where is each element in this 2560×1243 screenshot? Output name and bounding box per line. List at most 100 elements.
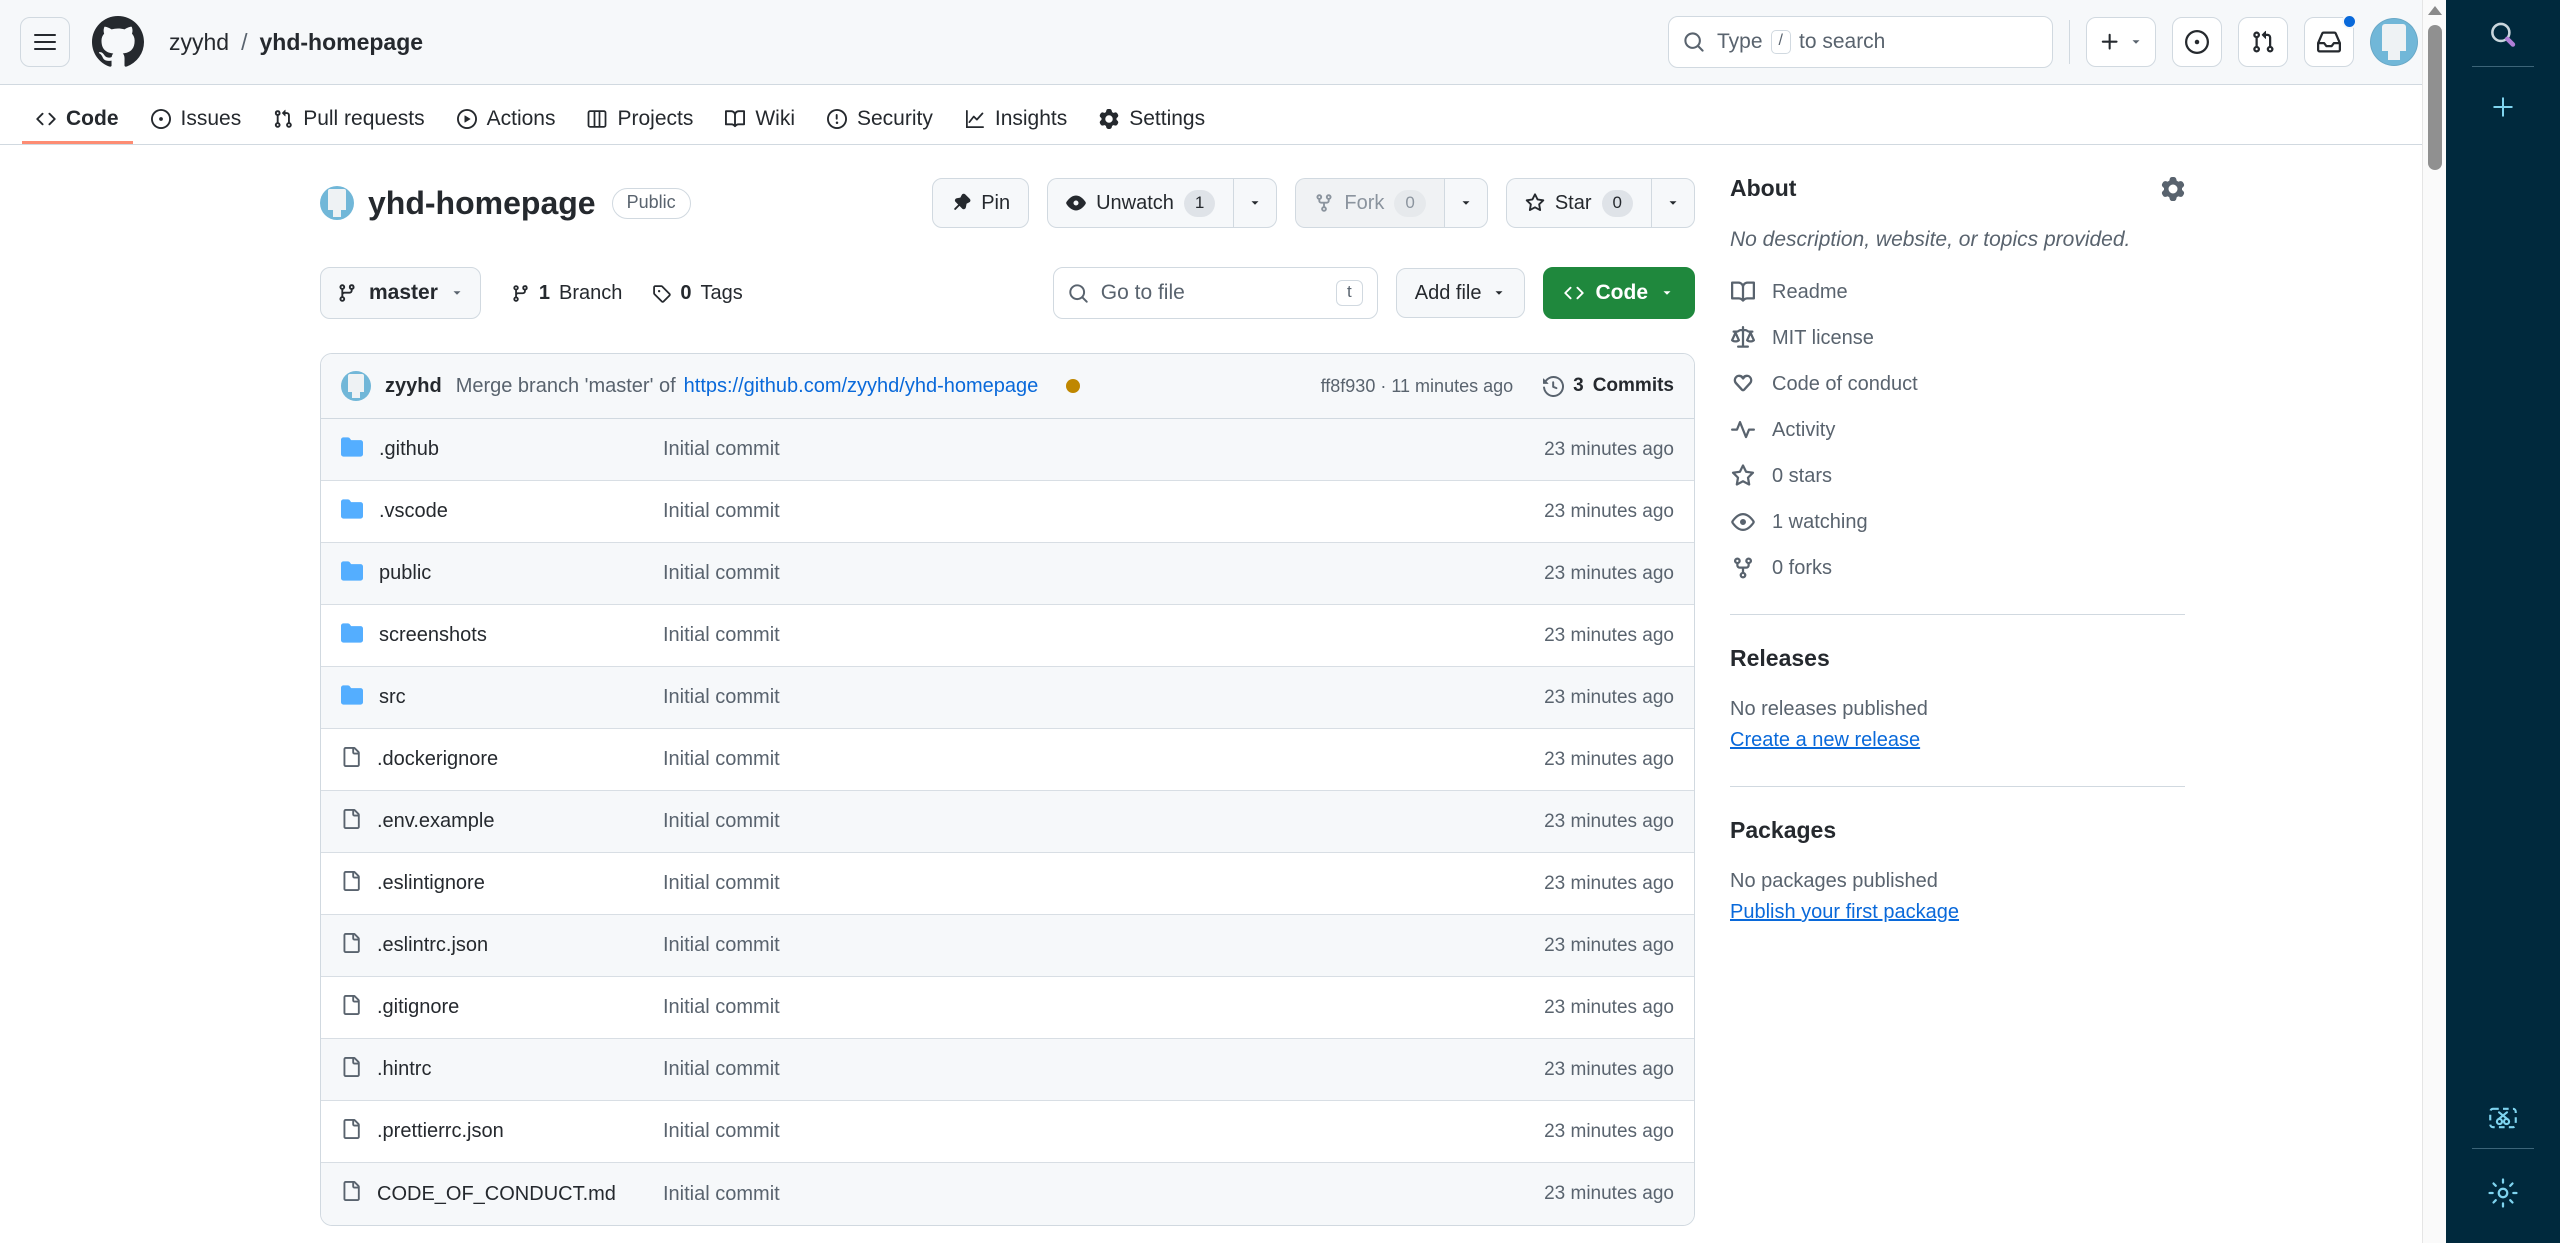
about-item-0-forks[interactable]: 0 forks [1730, 556, 2185, 580]
table-row[interactable]: .gitignoreInitial commit23 minutes ago [321, 977, 1694, 1039]
fork-button[interactable]: Fork 0 [1295, 178, 1443, 228]
about-items: Readme MIT license Code of conduct Activity… [1730, 280, 2185, 580]
create-new-button[interactable] [2086, 17, 2156, 67]
about-item-0-stars[interactable]: 0 stars [1730, 464, 2185, 488]
table-row[interactable]: .prettierrc.jsonInitial commit23 minutes… [321, 1101, 1694, 1163]
tab-pull-requests[interactable]: Pull requests [259, 96, 438, 144]
create-release-link[interactable]: Create a new release [1730, 729, 2185, 752]
tab-code[interactable]: Code [22, 96, 133, 144]
file-name-link[interactable]: .dockerignore [377, 748, 498, 771]
file-commit-message[interactable]: Initial commit [663, 1058, 1163, 1081]
file-name-link[interactable]: .env.example [377, 810, 494, 833]
file-commit-message[interactable]: Initial commit [663, 810, 1163, 833]
table-row[interactable]: .hintrcInitial commit23 minutes ago [321, 1039, 1694, 1101]
plus-icon[interactable] [2473, 77, 2533, 137]
about-item-code-of-conduct[interactable]: Code of conduct [1730, 372, 2185, 396]
tab-security[interactable]: Security [813, 96, 947, 144]
commit-message-link[interactable]: https://github.com/zyyhd/yhd-homepage [684, 375, 1039, 398]
table-row[interactable]: .env.exampleInitial commit23 minutes ago [321, 791, 1694, 853]
table-row[interactable]: screenshotsInitial commit23 minutes ago [321, 605, 1694, 667]
table-row[interactable]: .vscodeInitial commit23 minutes ago [321, 481, 1694, 543]
file-name-link[interactable]: src [379, 686, 406, 709]
pull-requests-button[interactable] [2238, 17, 2288, 67]
file-name-link[interactable]: .hintrc [377, 1058, 431, 1081]
tab-projects[interactable]: Projects [573, 96, 707, 144]
user-avatar[interactable] [2370, 18, 2418, 66]
file-commit-message[interactable]: Initial commit [663, 1120, 1163, 1143]
file-commit-message[interactable]: Initial commit [663, 624, 1163, 647]
star-dropdown-button[interactable] [1651, 178, 1695, 228]
repo-owner-avatar[interactable] [320, 186, 354, 220]
commit-history-link[interactable]: 3 Commits [1543, 375, 1674, 397]
about-item-readme[interactable]: Readme [1730, 280, 2185, 304]
branch-selector[interactable]: master [320, 267, 481, 319]
file-commit-message[interactable]: Initial commit [663, 438, 1163, 461]
table-row[interactable]: CODE_OF_CONDUCT.mdInitial commit23 minut… [321, 1163, 1694, 1225]
tags-link[interactable]: 0 Tags [652, 282, 742, 305]
branches-link[interactable]: 1 Branch [511, 282, 623, 305]
search-icon [1068, 283, 1089, 304]
file-name-link[interactable]: .vscode [379, 500, 448, 523]
sidebar: About No description, website, or topics… [1730, 175, 2185, 1226]
table-row[interactable]: publicInitial commit23 minutes ago [321, 543, 1694, 605]
tab-actions[interactable]: Actions [443, 96, 570, 144]
file-commit-message[interactable]: Initial commit [663, 562, 1163, 585]
file-name-link[interactable]: screenshots [379, 624, 487, 647]
about-item-activity[interactable]: Activity [1730, 418, 2185, 442]
tab-issues[interactable]: Issues [137, 96, 256, 144]
tab-settings[interactable]: Settings [1085, 96, 1219, 144]
tab-wiki[interactable]: Wiki [711, 96, 809, 144]
gear-icon[interactable] [2473, 1163, 2533, 1223]
watch-dropdown-button[interactable] [1233, 178, 1277, 228]
code-button[interactable]: Code [1543, 267, 1696, 319]
commit-author-avatar[interactable] [341, 371, 371, 401]
page-title[interactable]: yhd-homepage [368, 185, 596, 222]
file-name-link[interactable]: .github [379, 438, 439, 461]
star-button[interactable]: Star 0 [1506, 178, 1651, 228]
about-item-1-watching[interactable]: 1 watching [1730, 510, 2185, 534]
table-row[interactable]: .githubInitial commit23 minutes ago [321, 419, 1694, 481]
pin-button[interactable]: Pin [932, 178, 1029, 228]
edit-repository-settings-button[interactable] [2161, 177, 2185, 201]
publish-package-link[interactable]: Publish your first package [1730, 901, 2185, 924]
file-commit-message[interactable]: Initial commit [663, 872, 1163, 895]
fork-dropdown-button[interactable] [1444, 178, 1488, 228]
breadcrumb-owner[interactable]: zyyhd [169, 29, 229, 56]
issues-button[interactable] [2172, 17, 2222, 67]
commit-author[interactable]: zyyhd [385, 375, 442, 398]
github-logo-icon[interactable] [92, 16, 144, 68]
tab-insights[interactable]: Insights [951, 96, 1081, 144]
file-icon [341, 932, 361, 960]
file-name-link[interactable]: .eslintignore [377, 872, 485, 895]
notifications-button[interactable] [2304, 17, 2354, 67]
folder-icon [341, 560, 363, 588]
file-commit-message[interactable]: Initial commit [663, 686, 1163, 709]
commit-status-indicator[interactable] [1066, 379, 1080, 393]
add-file-button[interactable]: Add file [1396, 268, 1525, 318]
file-commit-message[interactable]: Initial commit [663, 934, 1163, 957]
scrollbar-thumb[interactable] [2428, 25, 2442, 170]
file-commit-message[interactable]: Initial commit [663, 500, 1163, 523]
file-name-link[interactable]: .eslintrc.json [377, 934, 488, 957]
file-name-link[interactable]: public [379, 562, 431, 585]
table-row[interactable]: srcInitial commit23 minutes ago [321, 667, 1694, 729]
search-icon[interactable] [2473, 6, 2533, 66]
table-row[interactable]: .dockerignoreInitial commit23 minutes ag… [321, 729, 1694, 791]
file-name-link[interactable]: .gitignore [377, 996, 459, 1019]
global-search-input[interactable]: Type / to search [1668, 16, 2053, 68]
scrollbar-up-arrow[interactable] [2428, 6, 2442, 15]
file-commit-message[interactable]: Initial commit [663, 1183, 1163, 1206]
hamburger-menu-icon[interactable] [20, 17, 70, 67]
unwatch-button[interactable]: Unwatch 1 [1047, 178, 1233, 228]
file-commit-message[interactable]: Initial commit [663, 996, 1163, 1019]
file-commit-message[interactable]: Initial commit [663, 748, 1163, 771]
about-item-mit-license[interactable]: MIT license [1730, 326, 2185, 350]
table-row[interactable]: .eslintrc.jsonInitial commit23 minutes a… [321, 915, 1694, 977]
file-name-link[interactable]: CODE_OF_CONDUCT.md [377, 1183, 616, 1206]
file-name-link[interactable]: .prettierrc.json [377, 1120, 504, 1143]
page-scrollbar[interactable] [2422, 0, 2446, 1243]
go-to-file-input[interactable]: Go to file t [1053, 267, 1378, 319]
breadcrumb-repo[interactable]: yhd-homepage [259, 29, 423, 56]
snip-icon[interactable] [2473, 1088, 2533, 1148]
table-row[interactable]: .eslintignoreInitial commit23 minutes ag… [321, 853, 1694, 915]
